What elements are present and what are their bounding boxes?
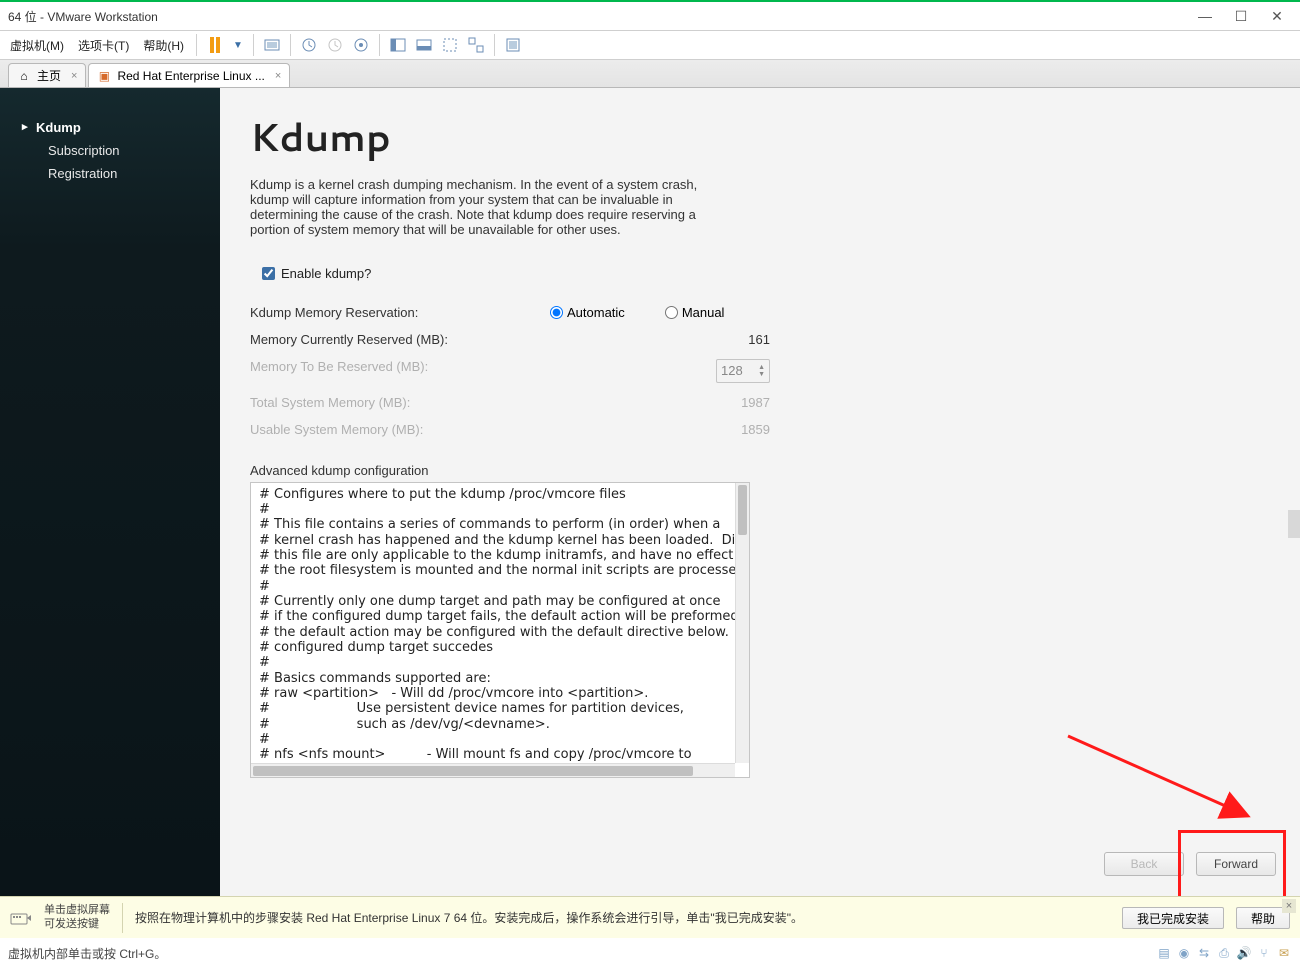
window-title: 64 位 - VMware Workstation (8, 8, 1198, 25)
menubar: 虚拟机(M) 选项卡(T) 帮助(H) ▼ (0, 30, 1300, 60)
total-mem-value: 1987 (550, 395, 770, 410)
advanced-config-textarea[interactable]: # Configures where to put the kdump /pro… (250, 482, 750, 778)
horizontal-scrollbar[interactable] (251, 763, 735, 777)
send-ctrl-alt-del-icon[interactable] (260, 33, 284, 57)
usable-mem-label: Usable System Memory (MB): (250, 422, 550, 437)
status-bar: 虚拟机内部单击或按 Ctrl+G。 ▤ ◉ ⇆ ⎙ 🔊 ⑂ ✉ (0, 938, 1300, 968)
enable-kdump-label: Enable kdump? (281, 266, 371, 281)
menu-help[interactable]: 帮助(H) (137, 33, 190, 58)
view-fullscreen-icon[interactable] (464, 33, 488, 57)
nav-buttons: Back Forward (1104, 852, 1276, 876)
tab-close-icon[interactable]: × (275, 70, 281, 82)
close-icon[interactable]: ✕ (1270, 8, 1284, 25)
view-console-icon[interactable] (412, 33, 436, 57)
window-titlebar: 64 位 - VMware Workstation — ☐ ✕ (0, 0, 1300, 30)
printer-icon[interactable]: ⎙ (1216, 945, 1232, 961)
tab-close-icon[interactable]: × (71, 70, 77, 82)
sidebar-item-registration[interactable]: Registration (0, 162, 220, 185)
menu-tabs[interactable]: 选项卡(T) (72, 33, 135, 58)
cd-icon[interactable]: ◉ (1176, 945, 1192, 961)
cur-reserved-value: 161 (550, 332, 770, 347)
setup-sidebar: Kdump Subscription Registration (0, 88, 220, 896)
right-scroll-sliver (1288, 510, 1300, 538)
to-be-reserved-value: 128 ▲▼ (550, 359, 770, 383)
keyboard-hint-icon (10, 910, 32, 926)
usable-mem-value: 1859 (550, 422, 770, 437)
maximize-icon[interactable]: ☐ (1234, 8, 1248, 25)
view-stretch-icon[interactable] (438, 33, 462, 57)
radio-manual[interactable]: Manual (665, 305, 725, 320)
unity-icon[interactable] (501, 33, 525, 57)
sidebar-item-subscription[interactable]: Subscription (0, 139, 220, 162)
network-icon[interactable]: ⇆ (1196, 945, 1212, 961)
to-be-reserved-spinner: 128 ▲▼ (716, 359, 770, 383)
enable-kdump-row: Enable kdump? (250, 266, 1300, 281)
snapshot-manager-icon[interactable] (349, 33, 373, 57)
tab-strip: ⌂ 主页 × ▣ Red Hat Enterprise Linux ... × (0, 60, 1300, 88)
sidebar-item-kdump[interactable]: Kdump (0, 116, 220, 139)
disk-icon[interactable]: ▤ (1156, 945, 1172, 961)
usb-icon[interactable]: ⑂ (1256, 945, 1272, 961)
tab-label: 主页 (37, 67, 61, 84)
enable-kdump-checkbox[interactable] (262, 267, 275, 280)
menu-vm[interactable]: 虚拟机(M) (4, 33, 70, 58)
install-instruction: 按照在物理计算机中的步骤安装 Red Hat Enterprise Linux … (135, 909, 1110, 926)
install-hint-bar: 单击虚拟屏幕 可发送按键 按照在物理计算机中的步骤安装 Red Hat Ente… (0, 896, 1300, 938)
sound-icon[interactable]: 🔊 (1236, 945, 1252, 961)
snapshot-icon[interactable] (297, 33, 321, 57)
annotation-arrow-icon (1058, 726, 1268, 836)
advanced-config-text: # Configures where to put the kdump /pro… (251, 483, 749, 778)
home-icon: ⌂ (17, 69, 31, 83)
cur-reserved-label: Memory Currently Reserved (MB): (250, 332, 550, 347)
pause-button[interactable] (203, 33, 227, 57)
tab-label: Red Hat Enterprise Linux ... (117, 69, 264, 83)
minimize-icon[interactable]: — (1198, 8, 1212, 25)
radio-automatic[interactable]: Automatic (550, 305, 625, 320)
advanced-config-label: Advanced kdump configuration (250, 463, 1300, 478)
status-device-icons: ▤ ◉ ⇆ ⎙ 🔊 ⑂ ✉ (1156, 945, 1292, 961)
message-icon[interactable]: ✉ (1276, 945, 1292, 961)
tab-vm[interactable]: ▣ Red Hat Enterprise Linux ... × (88, 63, 290, 87)
window-controls: — ☐ ✕ (1198, 8, 1284, 25)
install-done-button[interactable]: 我已完成安装 (1122, 907, 1224, 929)
to-be-reserved-label: Memory To Be Reserved (MB): (250, 359, 550, 383)
kdump-settings-grid: Kdump Memory Reservation: Automatic Manu… (250, 305, 1300, 437)
total-mem-label: Total System Memory (MB): (250, 395, 550, 410)
vertical-scrollbar[interactable] (735, 483, 749, 763)
content-pane: Kdump Kdump is a kernel crash dumping me… (220, 88, 1300, 896)
spinner-arrows-icon: ▲▼ (758, 364, 765, 378)
mem-reservation-radios: Automatic Manual (550, 305, 770, 320)
page-title: Kdump (250, 110, 1300, 164)
view-sidebar-icon[interactable] (386, 33, 410, 57)
forward-button[interactable]: Forward (1196, 852, 1276, 876)
pause-dropdown-icon[interactable]: ▼ (229, 40, 247, 51)
main-split: Kdump Subscription Registration Kdump Kd… (0, 88, 1300, 896)
page-description: Kdump is a kernel crash dumping mechanis… (250, 178, 720, 238)
snapshot-revert-icon[interactable] (323, 33, 347, 57)
status-text: 虚拟机内部单击或按 Ctrl+G。 (8, 945, 166, 962)
vm-icon: ▣ (97, 69, 111, 83)
keyboard-hint-text: 单击虚拟屏幕 可发送按键 (44, 904, 110, 930)
back-button: Back (1104, 852, 1184, 876)
mem-reservation-label: Kdump Memory Reservation: (250, 305, 550, 320)
tab-home[interactable]: ⌂ 主页 × (8, 63, 86, 87)
hintbar-close-icon[interactable]: × (1282, 899, 1296, 913)
